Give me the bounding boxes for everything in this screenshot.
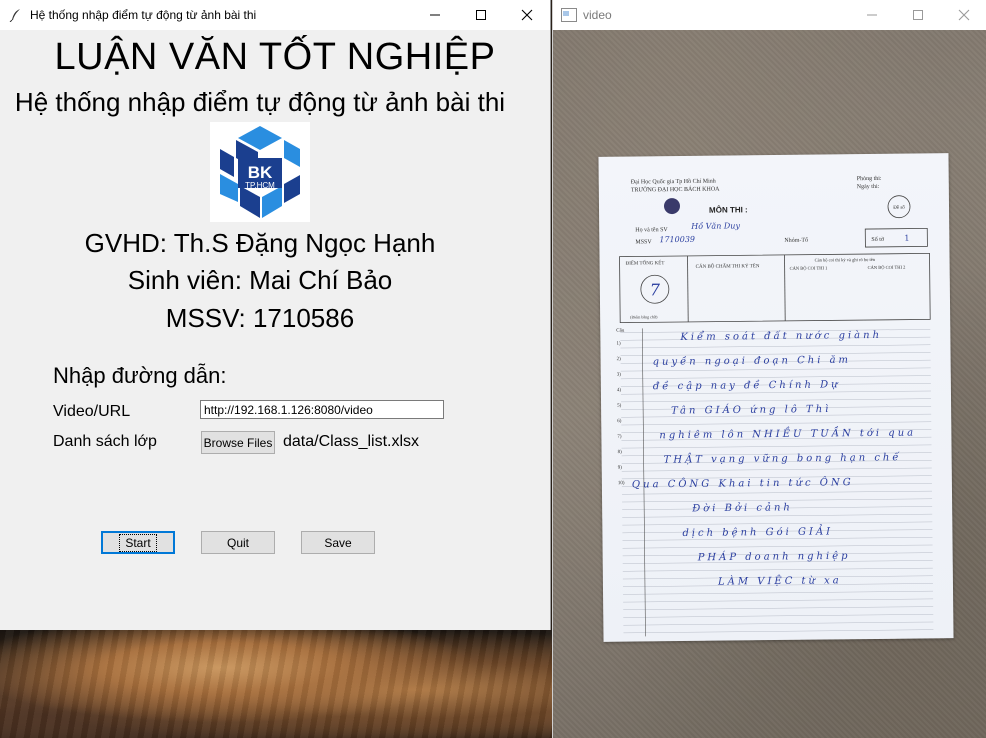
handwriting-line: dịch bệnh Gói GIẢI: [682, 524, 833, 539]
total-score-label: ĐIỂM TỔNG KẾT: [626, 260, 665, 266]
question-number: 6): [617, 419, 622, 424]
paper-room-label: Phòng thi:: [857, 176, 882, 182]
handwriting-line: nghiêm lôn NHIỀU TUẦN tới qua: [659, 426, 916, 442]
question-number: 9): [618, 466, 623, 471]
paper-logo-icon: [663, 198, 680, 215]
class-list-label: Danh sách lớp: [53, 433, 157, 450]
video-window: video Đại Học Quốc gia Tp Hồ Chí Minh TR…: [552, 0, 986, 738]
feather-icon: [9, 8, 23, 23]
grader-label: CÁN BỘ CHẤM THI KÝ TÊN: [696, 263, 760, 270]
handwriting-line: THẬT vạng vững bong hạn chế: [664, 451, 902, 465]
advisor-name: GVHD: Th.S Đặng Ngọc Hạnh: [84, 228, 436, 258]
svg-text:BK: BK: [248, 163, 273, 182]
start-button-label: Start: [119, 533, 157, 552]
paper-date-label: Ngày thi:: [857, 184, 880, 190]
bk-university-logo: BK TP.HCM: [210, 122, 310, 222]
paper-exam-label: MÔN THI :: [709, 205, 748, 214]
score-table: [619, 252, 931, 324]
maximize-icon: [476, 10, 486, 20]
close-button[interactable]: [504, 0, 550, 30]
handwriting-line: Qua CÔNG Khai tin tức ÔNG: [632, 476, 854, 490]
question-number: 8): [618, 450, 623, 455]
handwriting-line: Kiểm soát đất nước giành: [679, 329, 882, 343]
maximize-icon: [913, 10, 923, 20]
handwriting-line: đề cập nay đề Chính Dự: [653, 379, 841, 392]
invigilator-1: CÁN BỘ COI THI 1: [790, 265, 828, 270]
svg-text:TP.HCM: TP.HCM: [245, 181, 275, 190]
paper-name-value: Hồ Văn Duy: [690, 221, 740, 231]
paper-mssv-value: 1710039: [659, 235, 695, 244]
minimize-icon: [867, 14, 877, 16]
paper-school: TRƯỜNG ĐẠI HỌC BÁCH KHOA: [631, 185, 720, 194]
question-number: 3): [617, 373, 622, 378]
browse-files-button[interactable]: Browse Files: [201, 431, 275, 454]
video-url-label: Video/URL: [53, 403, 131, 420]
video-window-title: video: [583, 8, 612, 22]
handwriting-line: Tân GIÁO ứng lô Thì: [671, 403, 831, 417]
paper-code-label: Đề số: [893, 206, 905, 211]
paper-sheet-label: Số tờ: [871, 236, 885, 243]
handwriting-line: quyền ngoại đoạn Chi ăm: [653, 355, 851, 368]
class-list-path: data/Class_list.xlsx: [283, 433, 420, 450]
minimize-button[interactable]: [412, 0, 458, 30]
paper-sheet-value: 1: [904, 234, 909, 243]
close-icon: [958, 9, 970, 21]
maximize-button[interactable]: [458, 0, 504, 30]
tk-app-window: Hệ thống nhập điểm tự động từ ảnh bài th…: [0, 0, 551, 630]
paper-mssv-label: MSSV: [635, 239, 652, 245]
question-number: 1): [616, 342, 621, 347]
exam-paper-image: Đại Học Quốc gia Tp Hồ Chí Minh TRƯỜNG Đ…: [598, 153, 954, 642]
video-titlebar[interactable]: video: [553, 0, 986, 30]
paper-name-label: Họ và tên SV: [635, 227, 668, 233]
question-number: 2): [617, 357, 622, 362]
minimize-icon: [430, 14, 440, 16]
score-words-label: (Điểm bằng chữ): [630, 314, 658, 319]
handwriting-line: LÀM VIỆC từ xa: [717, 574, 842, 587]
paper-university: Đại Học Quốc gia Tp Hồ Chí Minh: [631, 178, 716, 186]
handwriting-line: PHÁP doanh nghiệp: [697, 550, 851, 564]
question-number: 4): [617, 388, 622, 393]
quit-button[interactable]: Quit: [201, 531, 275, 554]
student-name: Sinh viên: Mai Chí Bảo: [127, 265, 393, 295]
window-title: Hệ thống nhập điểm tự động từ ảnh bài th…: [30, 8, 257, 22]
invigilator-label: Cán bộ coi thi ký và ghi rõ họ tên: [815, 257, 876, 263]
question-number: 10): [618, 481, 625, 486]
question-column-label: Câu: [616, 329, 625, 334]
input-section-label: Nhập đường dẫn:: [53, 363, 227, 388]
system-subheading: Hệ thống nhập điểm tự động từ ảnh bài th…: [14, 87, 506, 117]
start-button[interactable]: Start: [101, 531, 175, 554]
invigilator-2: CÁN BỘ COI THI 2: [868, 265, 906, 270]
handwritten-answer: Kiểm soát đất nước giành quyền ngoại đoạn…: [632, 329, 916, 588]
paper-group-label: Nhóm-Tổ: [784, 237, 808, 244]
score-value: 7: [650, 280, 661, 299]
desktop-wallpaper: [0, 630, 552, 738]
question-number: 7): [617, 435, 622, 440]
thesis-heading: LUẬN VĂN TỐT NGHIỆP: [54, 36, 496, 78]
save-button-label: Save: [324, 535, 352, 550]
student-id: MSSV: 1710586: [165, 303, 355, 333]
video-close-button[interactable]: [941, 0, 986, 30]
window-titlebar[interactable]: Hệ thống nhập điểm tự động từ ảnh bài th…: [0, 0, 550, 30]
close-icon: [521, 9, 533, 21]
quit-button-label: Quit: [226, 535, 249, 550]
question-number: 5): [617, 404, 622, 409]
handwriting-line: Đời Bởi cảnh: [691, 502, 793, 514]
video-minimize-button[interactable]: [849, 0, 895, 30]
save-button[interactable]: Save: [301, 531, 375, 554]
window-app-icon: [561, 8, 577, 22]
video-feed: Đại Học Quốc gia Tp Hồ Chí Minh TRƯỜNG Đ…: [553, 30, 986, 738]
video-maximize-button[interactable]: [895, 0, 941, 30]
browse-files-label: Browse Files: [203, 435, 273, 450]
video-url-input[interactable]: [200, 400, 444, 419]
